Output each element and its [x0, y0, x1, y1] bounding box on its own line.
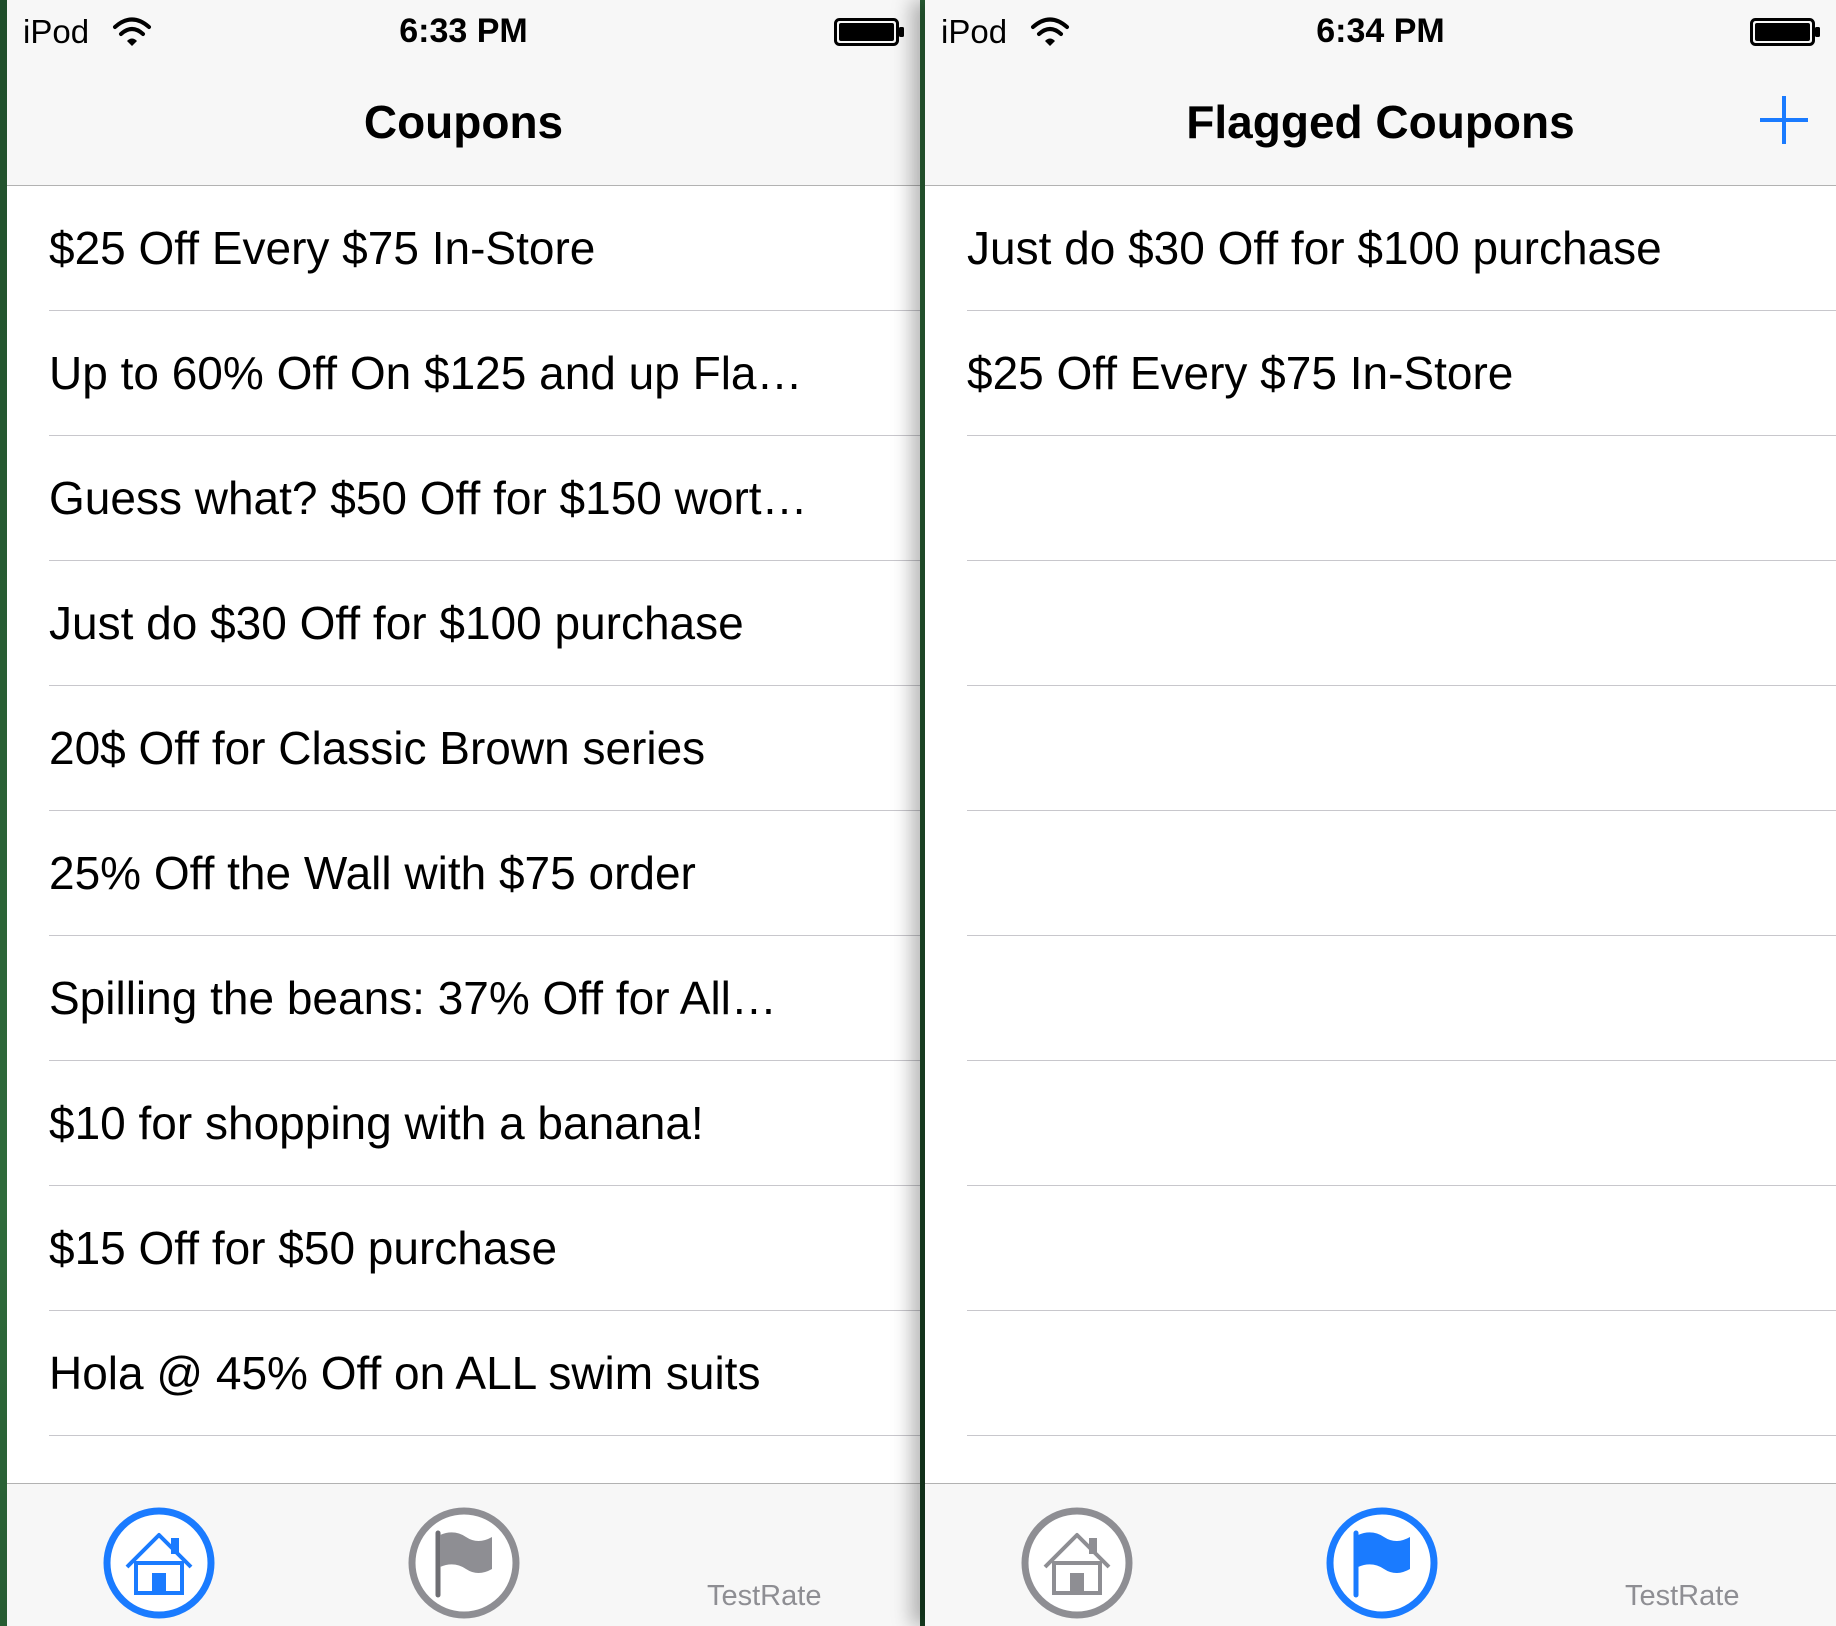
empty-row: [925, 436, 1836, 561]
coupon-row[interactable]: 20$ Off for Classic Brown series: [7, 686, 920, 811]
tab-bar: TestRate: [7, 1483, 920, 1626]
coupon-list: $25 Off Every $75 In-Store Up to 60% Off…: [7, 186, 920, 1484]
flagged-coupons-screen: iPod 6:34 PM Flagged Coupons Just do $30…: [925, 0, 1836, 1626]
navigation-bar: iPod 6:34 PM Flagged Coupons: [925, 0, 1836, 186]
coupon-row[interactable]: Hola @ 45% Off on ALL swim suits: [7, 1311, 920, 1436]
coupon-row[interactable]: $10 for shopping with a banana!: [7, 1061, 920, 1186]
status-time: 6:34 PM: [1316, 12, 1445, 50]
tab-flagged[interactable]: [1324, 1505, 1440, 1621]
coupon-row[interactable]: Just do $30 Off for $100 purchase: [7, 561, 920, 686]
flagged-coupon-row[interactable]: Just do $30 Off for $100 purchase: [925, 186, 1836, 311]
coupon-row[interactable]: $25 Off Every $75 In-Store: [7, 186, 920, 311]
plus-icon: [1760, 96, 1808, 144]
coupon-title: Hola @ 45% Off on ALL swim suits: [49, 1347, 761, 1399]
empty-row: [925, 561, 1836, 686]
tab-bar: TestRate: [925, 1483, 1836, 1626]
flagged-coupon-list: Just do $30 Off for $100 purchase $25 Of…: [925, 186, 1836, 1484]
coupon-row[interactable]: Guess what? $50 Off for $150 wort…: [7, 436, 920, 561]
empty-row: [925, 1061, 1836, 1186]
coupon-title: 25% Off the Wall with $75 order: [49, 847, 696, 899]
empty-row: [925, 686, 1836, 811]
page-title: Coupons: [363, 96, 564, 148]
status-bar: iPod 6:34 PM: [925, 0, 1836, 60]
home-icon: [103, 1507, 215, 1619]
coupon-row[interactable]: Up to 60% Off On $125 and up Fla…: [7, 311, 920, 436]
empty-row: [925, 936, 1836, 1061]
home-icon: [1021, 1507, 1133, 1619]
status-time: 6:33 PM: [399, 12, 528, 50]
navigation-bar: iPod 6:33 PM Coupons: [7, 0, 920, 186]
flagged-coupon-row[interactable]: $25 Off Every $75 In-Store: [925, 311, 1836, 436]
coupon-row[interactable]: 25% Off the Wall with $75 order: [7, 811, 920, 936]
coupon-title: Guess what? $50 Off for $150 wort…: [49, 472, 808, 524]
tab-home[interactable]: [101, 1505, 217, 1621]
status-bar: iPod 6:33 PM: [7, 0, 920, 60]
coupon-title: Just do $30 Off for $100 purchase: [49, 597, 744, 649]
flag-icon: [408, 1507, 520, 1619]
tab-flagged[interactable]: [406, 1505, 522, 1621]
page-title: Flagged Coupons: [1186, 96, 1575, 148]
empty-row: [925, 1311, 1836, 1436]
app-name-label: TestRate: [707, 1580, 822, 1612]
coupons-screen: iPod 6:33 PM Coupons $25 Off Every $75 I…: [7, 0, 920, 1626]
coupon-title: Spilling the beans: 37% Off for All…: [49, 972, 777, 1024]
coupon-title: Up to 60% Off On $125 and up Fla…: [49, 347, 803, 399]
coupon-title: $15 Off for $50 purchase: [49, 1222, 558, 1274]
battery-icon: [834, 18, 904, 46]
coupon-row[interactable]: Spilling the beans: 37% Off for All…: [7, 936, 920, 1061]
coupon-title: 20$ Off for Classic Brown series: [49, 722, 706, 774]
flag-icon: [1326, 1507, 1438, 1619]
empty-row: [925, 811, 1836, 936]
coupon-title: $10 for shopping with a banana!: [49, 1097, 704, 1149]
coupon-title: $25 Off Every $75 In-Store: [967, 347, 1514, 399]
tab-home[interactable]: [1019, 1505, 1135, 1621]
coupon-title: Just do $30 Off for $100 purchase: [967, 222, 1662, 274]
coupon-row[interactable]: $15 Off for $50 purchase: [7, 1186, 920, 1311]
empty-row: [925, 1186, 1836, 1311]
app-name-label: TestRate: [1625, 1580, 1740, 1612]
battery-icon: [1750, 18, 1820, 46]
coupon-title: $25 Off Every $75 In-Store: [49, 222, 596, 274]
add-button[interactable]: [1757, 93, 1811, 147]
